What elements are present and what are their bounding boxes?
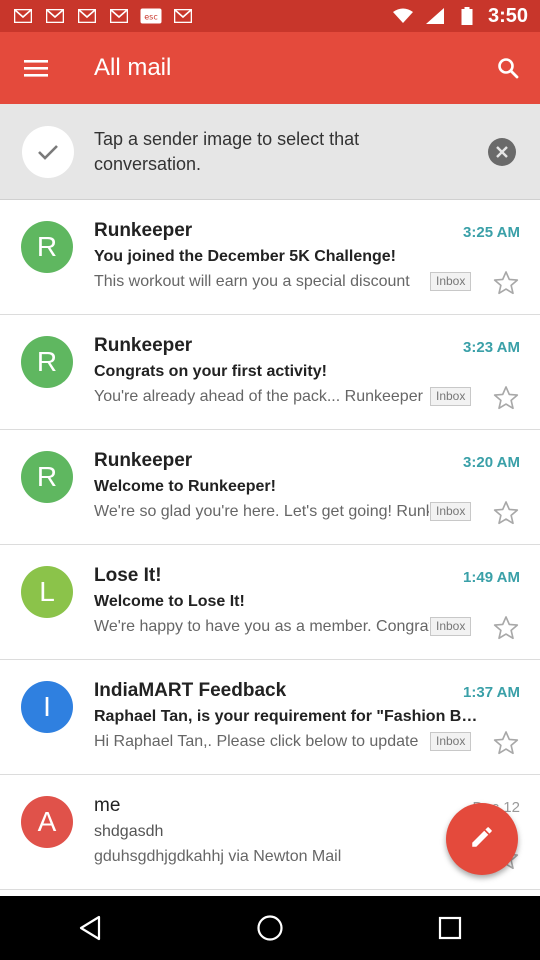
mail-item[interactable]: I IndiaMART Feedback 1:37 AM Raphael Tan… (0, 660, 540, 775)
clock: 3:50 (487, 4, 528, 27)
mail-sender: me (94, 795, 121, 816)
avatar[interactable]: R (21, 221, 73, 273)
mail-time: 1:37 AM (463, 684, 520, 701)
mail-sender: Runkeeper (94, 220, 193, 241)
app-bar: All mail (0, 32, 540, 104)
mail-sender: Lose It! (94, 565, 162, 586)
system-icons: 3:50 (392, 5, 528, 28)
mail-subject: You joined the December 5K Challenge! (94, 248, 396, 265)
search-icon[interactable] (476, 32, 540, 104)
wifi-icon (392, 7, 414, 25)
hamburger-menu-icon[interactable] (0, 32, 72, 104)
mail-item[interactable]: R Runkeeper 3:20 AM Welcome to Runkeeper… (0, 430, 540, 545)
inbox-label: Inbox (430, 387, 472, 406)
check-icon (22, 125, 74, 178)
compose-button[interactable] (446, 803, 518, 875)
mail-subject: Welcome to Runkeeper! (94, 478, 276, 495)
mail-item[interactable]: R Runkeeper 3:23 AM Congrats on your fir… (0, 315, 540, 430)
mail-preview: We're so glad you're here. Let's get goi… (94, 503, 429, 520)
inbox-label: Inbox (430, 502, 472, 521)
tip-banner: Tap a sender image to select that conver… (0, 104, 540, 200)
gmail-icon (172, 7, 194, 25)
avatar[interactable]: R (21, 336, 73, 388)
mail-sender: Runkeeper (94, 335, 193, 356)
mail-list: R Runkeeper 3:25 AM You joined the Decem… (0, 200, 540, 890)
mail-preview: Hi Raphael Tan,. Please click below to u… (94, 733, 419, 750)
status-bar: esc 3:50 (0, 0, 540, 32)
navigation-bar (0, 896, 540, 960)
close-icon[interactable] (488, 137, 516, 166)
inbox-label: Inbox (430, 272, 472, 291)
mail-subject: Raphael Tan, is your requirement for "Fa… (94, 708, 486, 725)
avatar[interactable]: I (21, 681, 73, 733)
mail-sender: IndiaMART Feedback (94, 680, 287, 701)
tip-text: Tap a sender image to select that conver… (94, 128, 360, 174)
pencil-icon (469, 824, 495, 855)
signal-icon (424, 7, 446, 25)
avatar[interactable]: A (21, 796, 73, 848)
star-icon[interactable] (492, 614, 520, 642)
svg-text:esc: esc (144, 13, 158, 22)
mail-sender: Runkeeper (94, 450, 193, 471)
mail-preview: gduhsgdhjgdkahhj via Newton Mail (94, 848, 342, 865)
mail-time: 3:20 AM (463, 454, 520, 471)
recents-icon[interactable] (420, 898, 480, 958)
mail-item[interactable]: R Runkeeper 3:25 AM You joined the Decem… (0, 200, 540, 315)
star-icon[interactable] (492, 729, 520, 757)
mail-time: 3:23 AM (463, 339, 520, 356)
inbox-label: Inbox (430, 617, 472, 636)
notification-icons: esc (12, 7, 194, 25)
mail-time: 1:49 AM (463, 569, 520, 586)
mail-subject: shdgasdh (94, 823, 164, 840)
star-icon[interactable] (492, 384, 520, 412)
star-icon[interactable] (492, 269, 520, 297)
gmail-icon (44, 7, 66, 25)
avatar[interactable]: R (21, 451, 73, 503)
mail-time: 3:25 AM (463, 224, 520, 241)
mail-item[interactable]: L Lose It! 1:49 AM Welcome to Lose It! W… (0, 545, 540, 660)
mail-preview: You're already ahead of the pack... Runk… (94, 388, 423, 405)
home-icon[interactable] (240, 898, 300, 958)
mail-preview: This workout will earn you a special dis… (94, 273, 410, 290)
back-icon[interactable] (60, 898, 120, 958)
mail-subject: Welcome to Lose It! (94, 593, 245, 610)
star-icon[interactable] (492, 499, 520, 527)
mail-subject: Congrats on your first activity! (94, 363, 327, 380)
inbox-label: Inbox (430, 732, 472, 751)
page-title: All mail (94, 54, 172, 81)
battery-icon (456, 7, 478, 25)
gmail-icon (108, 7, 130, 25)
gmail-icon (76, 7, 98, 25)
gmail-icon (12, 7, 34, 25)
avatar[interactable]: L (21, 566, 73, 618)
mail-preview: We're happy to have you as a member. Con… (94, 618, 429, 635)
esc-icon: esc (140, 7, 162, 25)
